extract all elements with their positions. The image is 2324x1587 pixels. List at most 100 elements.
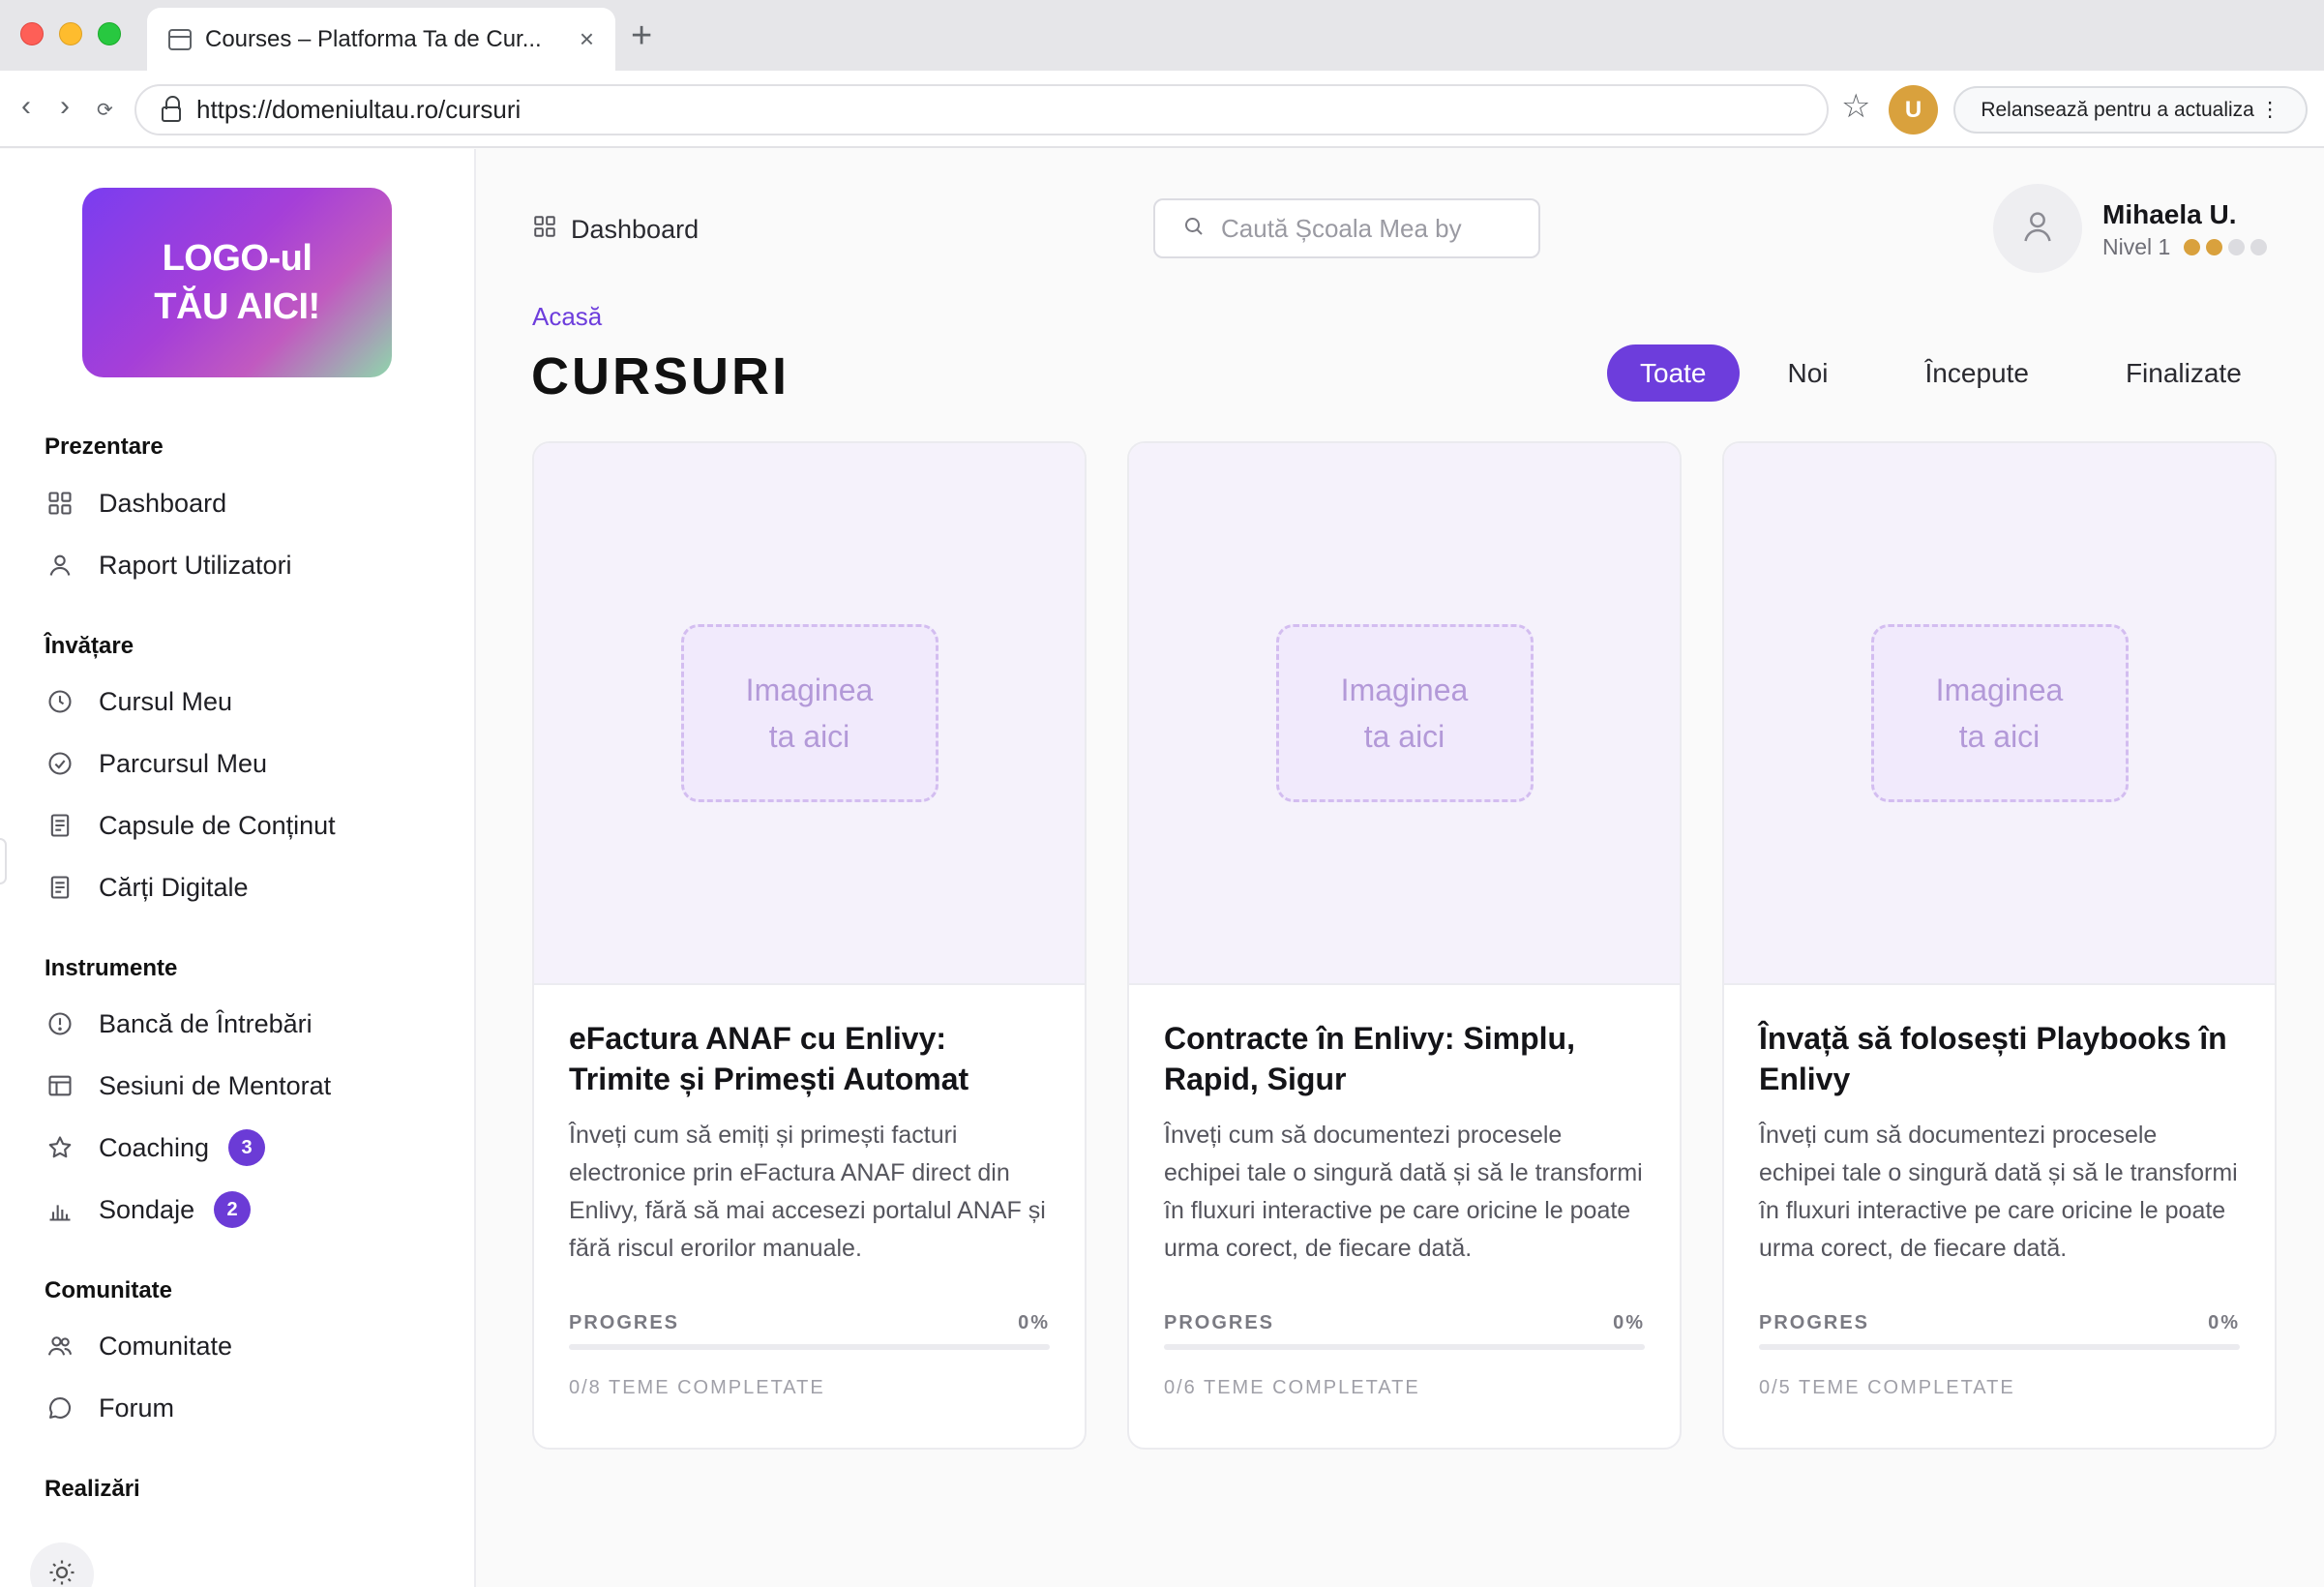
close-window-button[interactable] (20, 22, 44, 45)
clock-icon (45, 686, 75, 717)
sidebar-item-label: Forum (99, 1392, 175, 1422)
sidebar-item-label: Sesiuni de Mentorat (99, 1070, 332, 1100)
sidebar-item-parcursul-meu[interactable]: Parcursul Meu (45, 744, 267, 783)
level-dot (2206, 239, 2223, 255)
user-name[interactable]: Mihaela U. (2102, 199, 2236, 230)
course-image: Imaginea ta aici (1724, 443, 2275, 985)
address-url[interactable]: https://domeniultau.ro/cursuri (196, 95, 521, 125)
sidebar-item-label: Comunitate (99, 1331, 233, 1361)
image-placeholder: Imaginea ta aici (680, 624, 939, 802)
course-title[interactable]: eFactura ANAF cu Enlivy: Trimite și Prim… (569, 1018, 1050, 1099)
filter-tab-toate[interactable]: Toate (1607, 344, 1740, 402)
browser-tab-active[interactable]: Courses – Platforma Ta de Cur... × (147, 8, 615, 71)
new-tab-button[interactable]: + (631, 15, 652, 57)
sidebar-item-comunitate[interactable]: Comunitate (45, 1327, 232, 1365)
filter-tab-noi[interactable]: Noi (1740, 344, 1877, 402)
address-bar[interactable]: https://domeniultau.ro/cursuri (134, 84, 1829, 135)
course-card[interactable]: Imaginea ta aici Învață să folosești Pla… (1722, 441, 2277, 1450)
course-title[interactable]: Învață să folosești Playbooks în Enlivy (1759, 1018, 2240, 1099)
level-dot (2228, 239, 2246, 255)
sidebar-item-label: Bancă de Întrebări (99, 1008, 313, 1038)
sidebar-collapse-handle[interactable] (0, 838, 7, 884)
browser-toolbar: ‹ › ⟳ https://domeniultau.ro/cursuri ☆ U… (0, 71, 2324, 148)
course-card-grid: Imaginea ta aici eFactura ANAF cu Enlivy… (532, 441, 2277, 1450)
course-card[interactable]: Imaginea ta aici Contracte în Enlivy: Si… (1127, 441, 1682, 1450)
user-avatar[interactable] (1993, 184, 2082, 273)
alert-circle-icon (45, 1008, 75, 1039)
page-icon (168, 28, 192, 50)
main-content: Dashboard Mihaela U. Nivel 1 Acasă CURSU… (478, 149, 2324, 1587)
bookmark-star-icon[interactable]: ☆ (1841, 90, 1870, 123)
star-icon (45, 1132, 75, 1163)
progress-label: PROGRES (1759, 1312, 1870, 1333)
users-icon (45, 1331, 75, 1362)
sidebar-item-coaching[interactable]: Coaching 3 (45, 1128, 266, 1167)
breadcrumb-home-link[interactable]: Acasă (532, 302, 602, 332)
search-icon (1182, 215, 1221, 243)
search-input[interactable] (1221, 213, 1531, 244)
image-placeholder: Imaginea ta aici (1870, 624, 2129, 802)
course-description: Înveți cum să emiți și primești facturi … (569, 1122, 1046, 1262)
user-level: Nivel 1 (2102, 234, 2268, 260)
chat-icon (45, 1392, 75, 1423)
sidebar-item-label: Sondaje (99, 1194, 195, 1224)
forward-button[interactable]: › (60, 90, 70, 123)
book-icon (45, 872, 75, 903)
back-button[interactable]: ‹ (21, 90, 31, 123)
topics-completed: 0/8 TEME COMPLETATE (569, 1377, 825, 1398)
filter-tab-incepute[interactable]: Începute (1877, 344, 2077, 402)
sidebar-section-realizari: Realizări (45, 1476, 140, 1502)
tab-close-icon[interactable]: × (580, 24, 594, 54)
bar-chart-icon (45, 1194, 75, 1225)
search-box[interactable] (1153, 198, 1540, 258)
topics-completed: 0/5 TEME COMPLETATE (1759, 1377, 2015, 1398)
progress-header: PROGRES 0% (569, 1312, 1050, 1334)
theme-toggle-button[interactable] (30, 1542, 94, 1587)
top-breadcrumb[interactable]: Dashboard (532, 214, 699, 246)
sidebar-item-label: Coaching (99, 1132, 210, 1162)
course-title[interactable]: Contracte în Enlivy: Simplu, Rapid, Sigu… (1164, 1018, 1645, 1099)
sidebar-section-invatare: Învățare (45, 633, 134, 659)
sidebar-item-label: Dashboard (99, 488, 227, 518)
coaching-count-badge: 3 (228, 1129, 266, 1166)
user-icon (2018, 207, 2057, 251)
sidebar-item-forum[interactable]: Forum (45, 1389, 174, 1427)
sidebar-item-sondaje[interactable]: Sondaje 2 (45, 1190, 252, 1229)
course-card[interactable]: Imaginea ta aici eFactura ANAF cu Enlivy… (532, 441, 1087, 1450)
sidebar-item-carti-digitale[interactable]: Cărți Digitale (45, 868, 249, 907)
progress-percent: 0% (1018, 1312, 1050, 1333)
progress-header: PROGRES 0% (1164, 1312, 1645, 1334)
progress-bar (569, 1344, 1050, 1350)
sidebar: LOGO-ul TĂU AICI! Prezentare Dashboard R… (0, 149, 476, 1587)
relaunch-update-button[interactable]: Relansează pentru a actualiza ⋮ (1953, 86, 2308, 134)
sidebar-item-cursul-meu[interactable]: Cursul Meu (45, 682, 232, 721)
sidebar-item-label: Raport Utilizatori (99, 550, 292, 580)
filter-tab-finalizate[interactable]: Finalizate (2077, 344, 2290, 402)
sidebar-item-sesiuni-de-mentorat[interactable]: Sesiuni de Mentorat (45, 1066, 331, 1105)
logo-placeholder[interactable]: LOGO-ul TĂU AICI! (82, 188, 392, 377)
course-description: Înveți cum să documentezi procesele echi… (1164, 1122, 1643, 1262)
browser-tab-strip: Courses – Platforma Ta de Cur... × + (0, 0, 2324, 71)
level-dot (2250, 239, 2268, 255)
sidebar-item-capsule-de-continut[interactable]: Capsule de Conținut (45, 806, 336, 845)
sidebar-item-raport-utilizatori[interactable]: Raport Utilizatori (45, 546, 292, 584)
reload-button[interactable]: ⟳ (97, 98, 113, 122)
course-description: Înveți cum să documentezi procesele echi… (1759, 1122, 2238, 1262)
sondaje-count-badge: 2 (214, 1191, 252, 1228)
progress-header: PROGRES 0% (1759, 1312, 2240, 1334)
minimize-window-button[interactable] (59, 22, 82, 45)
lock-icon (162, 95, 181, 122)
zoom-window-button[interactable] (98, 22, 121, 45)
tab-title: Courses – Platforma Ta de Cur... (205, 25, 542, 52)
sidebar-item-dashboard[interactable]: Dashboard (45, 484, 226, 523)
sidebar-item-label: Cărți Digitale (99, 872, 249, 902)
level-progress-dots (2178, 239, 2268, 255)
sidebar-item-banca-de-intrebari[interactable]: Bancă de Întrebări (45, 1004, 313, 1043)
page-title: CURSURI (531, 347, 790, 405)
sidebar-section-prezentare: Prezentare (45, 434, 164, 460)
sidebar-section-comunitate: Comunitate (45, 1277, 172, 1303)
progress-percent: 0% (1613, 1312, 1645, 1333)
browser-profile-avatar[interactable]: U (1889, 85, 1938, 135)
image-placeholder: Imaginea ta aici (1275, 624, 1534, 802)
user-level-label: Nivel 1 (2102, 234, 2171, 259)
